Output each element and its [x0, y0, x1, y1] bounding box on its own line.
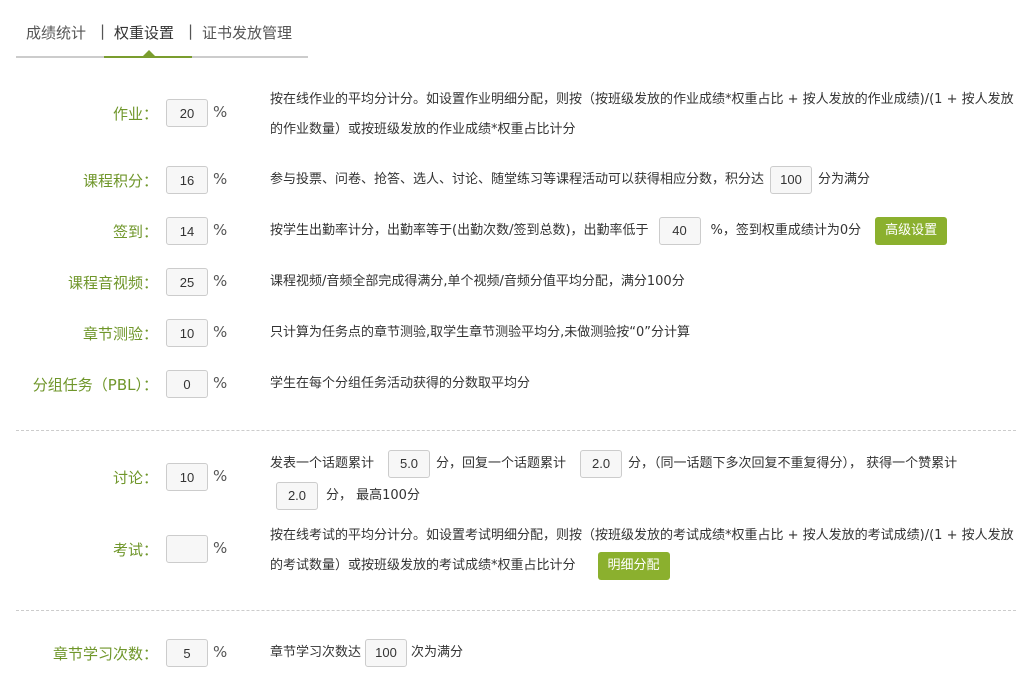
desc-text: 按学生出勤率计分，出勤率等于(出勤次数/签到总数)，出勤率低于: [270, 223, 649, 238]
row-label: 分组任务（PBL）：: [32, 376, 158, 394]
attendance-threshold-input[interactable]: [658, 216, 701, 245]
section-divider: [16, 610, 1016, 611]
percent-sign: %: [213, 103, 228, 121]
row-description: 只计算为任务点的章节测验,取学生章节测验平均分,未做测验按“0”分计算: [270, 325, 691, 340]
percent-sign: %: [213, 272, 228, 290]
tab-separator: |: [188, 22, 194, 40]
active-tab-underline: [104, 56, 192, 58]
tab-certificate-management[interactable]: 证书发放管理: [202, 22, 292, 43]
desc-text: 参与投票、问卷、抢答、选人、讨论、随堂练习等课程活动可以获得相应分数，积分达: [270, 172, 765, 187]
section-divider: [16, 430, 1016, 431]
reply-topic-points-input[interactable]: [580, 449, 623, 478]
row-label: 章节学习次数：: [52, 645, 158, 663]
row-description: 按学生出勤率计分，出勤率等于(出勤次数/签到总数)，出勤率低于 %，签到权重成绩计…: [270, 216, 1020, 246]
percent-sign: %: [213, 467, 228, 485]
desc-text: 分， 最高100分: [326, 488, 420, 503]
full-points-input[interactable]: [770, 165, 813, 194]
row-label: 签到：: [112, 223, 158, 241]
detail-allocation-button[interactable]: 明细分配: [597, 551, 670, 580]
row-label: 作业：: [112, 105, 158, 123]
row-label: 课程积分：: [82, 172, 158, 190]
post-topic-points-input[interactable]: [388, 449, 431, 478]
tab-weight-settings[interactable]: 权重设置: [114, 22, 174, 43]
discussion-weight-input[interactable]: [166, 463, 208, 491]
percent-sign: %: [213, 170, 228, 188]
desc-text: 次为满分: [411, 645, 464, 660]
chapter-quiz-weight-input[interactable]: [166, 319, 208, 347]
percent-sign: %: [213, 539, 228, 557]
pbl-weight-input[interactable]: [166, 370, 208, 398]
study-count-full-input[interactable]: [365, 638, 408, 667]
row-description: 章节学习次数达 次为满分: [270, 638, 1020, 668]
media-weight-input[interactable]: [166, 268, 208, 296]
like-points-input[interactable]: [276, 481, 318, 510]
tab-score-stats[interactable]: 成绩统计: [26, 22, 86, 43]
active-tab-caret-icon: [143, 50, 155, 56]
checkin-weight-input[interactable]: [166, 217, 208, 245]
desc-text: 分，（同一话题下多次回复不重复得分）， 获得一个赞累计: [628, 456, 958, 471]
advanced-settings-button[interactable]: 高级设置: [875, 216, 948, 245]
row-label: 考试：: [112, 541, 158, 559]
row-label: 章节测验：: [82, 325, 158, 343]
homework-weight-input[interactable]: [166, 99, 208, 127]
row-label: 课程音视频：: [67, 274, 158, 292]
exam-weight-input[interactable]: [166, 535, 208, 563]
row-description: 参与投票、问卷、抢答、选人、讨论、随堂练习等课程活动可以获得相应分数，积分达 分为…: [270, 165, 1020, 195]
percent-sign: %: [213, 323, 228, 341]
desc-text: 章节学习次数达: [270, 645, 362, 660]
percent-sign: %: [213, 221, 228, 239]
row-label: 讨论：: [112, 469, 158, 487]
desc-text: 分，回复一个话题累计: [436, 456, 567, 471]
row-description: 课程视频/音频全部完成得满分,单个视频/音频分值平均分配，满分100分: [270, 274, 685, 289]
row-description: 按在线考试的平均分计分。如设置考试明细分配，则按（按班级发放的考试成绩*权重占比…: [270, 521, 1020, 581]
percent-sign: %: [213, 374, 228, 392]
row-description: 发表一个话题累计 分，回复一个话题累计 分，（同一话题下多次回复不重复得分）， 获得…: [270, 448, 1020, 512]
tab-bar: 成绩统计 | 权重设置 | 证书发放管理: [16, 20, 308, 58]
desc-text: 发表一个话题累计: [270, 456, 375, 471]
course-points-weight-input[interactable]: [166, 166, 208, 194]
percent-sign: %: [213, 643, 228, 661]
chapter-study-weight-input[interactable]: [166, 639, 208, 667]
desc-text: 分为满分: [818, 172, 871, 187]
desc-text: %，签到权重成绩计为0分: [710, 223, 862, 238]
row-description: 按在线作业的平均分计分。如设置作业明细分配，则按（按班级发放的作业成绩*权重占比…: [270, 92, 1014, 137]
tab-separator: |: [100, 22, 106, 40]
row-description: 学生在每个分组任务活动获得的分数取平均分: [270, 376, 531, 391]
